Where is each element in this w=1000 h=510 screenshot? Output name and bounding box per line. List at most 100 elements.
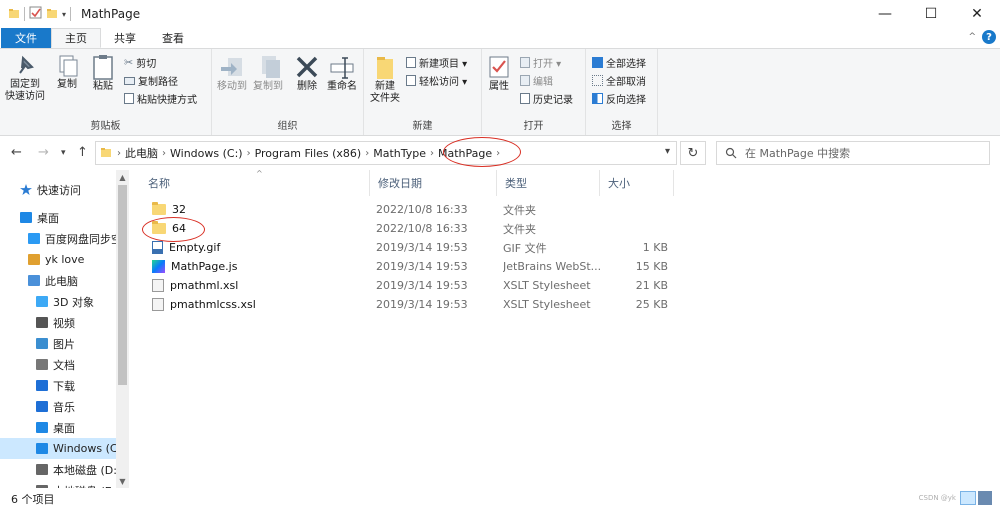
up-arrow-icon[interactable]: ↑	[77, 145, 88, 160]
sidebar-item[interactable]: 下载	[0, 375, 118, 396]
tab-file[interactable]: 文件	[1, 28, 51, 48]
copy-to-button[interactable]: 复制到	[250, 53, 286, 93]
breadcrumb-this-pc[interactable]: 此电脑	[125, 145, 158, 161]
details-view-icon[interactable]	[960, 491, 976, 505]
navigation-pane: 本地磁盘 (E:)本地磁盘 (D:)Windows (C:)桌面音乐下载文档图片…	[0, 170, 130, 488]
folder-icon	[152, 202, 166, 215]
chevron-right-icon[interactable]: ›	[430, 148, 434, 159]
sidebar-item[interactable]: Windows (C:)	[0, 438, 118, 459]
address-dropdown-icon[interactable]: ▾	[665, 146, 670, 157]
copy-path-button[interactable]: 复制路径	[124, 73, 178, 88]
close-button[interactable]: ✕	[954, 0, 1000, 28]
sidebar-item[interactable]: 视频	[0, 312, 118, 333]
file-row[interactable]: 64 2022/10/8 16:33 文件夹	[140, 219, 680, 238]
file-type: GIF 文件	[503, 241, 547, 255]
annotation-circle	[443, 137, 521, 167]
scroll-thumb[interactable]	[118, 185, 127, 385]
column-header-size[interactable]: 大小	[600, 170, 674, 196]
file-row[interactable]: pmathmlcss.xsl 2019/3/14 19:53 XSLT Styles…	[140, 295, 680, 314]
sidebar-item[interactable]: yk love	[0, 249, 118, 270]
copy-to-label: 复制到	[253, 81, 283, 92]
customize-dropdown-icon[interactable]: ▾	[62, 10, 66, 19]
new-folder-button[interactable]: 新建 文件夹	[368, 53, 402, 105]
file-name: Empty.gif	[169, 241, 221, 254]
file-size: 15 KB	[635, 260, 668, 273]
pin-icon	[19, 55, 34, 74]
sidebar-item[interactable]: 此电脑	[0, 270, 118, 291]
edit-button[interactable]: 编辑	[520, 73, 553, 88]
select-none-button[interactable]: 全部取消	[592, 73, 646, 88]
file-row[interactable]: 32 2022/10/8 16:33 文件夹	[140, 200, 680, 219]
tab-home[interactable]: 主页	[51, 28, 101, 48]
file-row[interactable]: Empty.gif 2019/3/14 19:53 GIF 文件 1 KB	[140, 238, 680, 257]
forward-arrow-icon[interactable]: →	[38, 145, 49, 160]
paste-button[interactable]: 粘贴	[86, 53, 120, 93]
scroll-up-icon[interactable]: ▲	[116, 170, 129, 184]
breadcrumb-windows-c[interactable]: Windows (C:)	[170, 147, 243, 160]
window-title: MathPage	[81, 7, 141, 21]
new-folder-quick-icon[interactable]	[46, 7, 58, 22]
open-button[interactable]: 打开 ▾	[520, 55, 561, 70]
address-bar[interactable]: › 此电脑 › Windows (C:) › Program Files (x8…	[95, 141, 677, 165]
file-row[interactable]: pmathml.xsl 2019/3/14 19:53 XSLT Styleshee…	[140, 276, 680, 295]
rename-label: 重命名	[327, 81, 357, 92]
sidebar-item[interactable]: 桌面	[0, 207, 118, 228]
column-header-type[interactable]: 类型	[497, 170, 600, 196]
select-all-button[interactable]: 全部选择	[592, 55, 646, 70]
copy-button[interactable]: 复制	[52, 53, 82, 91]
file-type: JetBrains WebSt...	[503, 260, 602, 273]
chevron-right-icon[interactable]: ›	[247, 148, 251, 159]
maximize-button[interactable]: ☐	[908, 0, 954, 28]
sort-ascending-icon: ^	[256, 169, 263, 178]
chevron-right-icon[interactable]: ›	[162, 148, 166, 159]
help-icon[interactable]: ?	[982, 30, 996, 44]
delete-button[interactable]: 删除	[292, 53, 322, 93]
column-header-name[interactable]: 名称 ^	[140, 169, 370, 196]
invert-selection-button[interactable]: 反向选择	[592, 91, 646, 106]
sidebar-item[interactable]: 图片	[0, 333, 118, 354]
recent-locations-icon[interactable]: ▾	[61, 148, 66, 158]
sidebar-item[interactable]: 百度网盘同步空	[0, 228, 118, 249]
collapse-ribbon-icon[interactable]: ^	[968, 32, 976, 42]
history-icon	[520, 93, 530, 104]
tab-view[interactable]: 查看	[149, 28, 197, 48]
breadcrumb-mathtype[interactable]: MathType	[373, 147, 426, 160]
sidebar-item[interactable]: 3D 对象	[0, 291, 118, 312]
sidebar-item[interactable]: 快速访问	[0, 179, 118, 200]
sidebar-item[interactable]: 本地磁盘 (E:)	[0, 480, 118, 488]
file-date: 2019/3/14 19:53	[376, 298, 468, 311]
refresh-button[interactable]: ↻	[680, 141, 706, 165]
back-arrow-icon[interactable]: ←	[11, 145, 22, 160]
scroll-down-icon[interactable]: ▼	[116, 474, 129, 488]
sidebar-item[interactable]: 音乐	[0, 396, 118, 417]
column-name-label: 名称	[148, 177, 170, 190]
chevron-right-icon[interactable]: ›	[365, 148, 369, 159]
sidebar-item[interactable]: 桌面	[0, 417, 118, 438]
breadcrumb-program-files[interactable]: Program Files (x86)	[255, 147, 362, 160]
new-item-button[interactable]: 新建项目 ▾	[406, 55, 467, 70]
easy-access-button[interactable]: 轻松访问 ▾	[406, 73, 467, 88]
column-header-date[interactable]: 修改日期	[370, 170, 497, 196]
properties-button[interactable]: 属性	[484, 53, 514, 93]
tab-share[interactable]: 共享	[101, 28, 149, 48]
drive-windows-icon	[36, 443, 48, 454]
minimize-button[interactable]: —	[862, 0, 908, 28]
select-all-label: 全部选择	[606, 59, 646, 70]
nav-scrollbar[interactable]: ▲ ▼	[116, 170, 129, 488]
properties-quick-icon[interactable]	[29, 6, 42, 22]
sidebar-item[interactable]: 文档	[0, 354, 118, 375]
history-button[interactable]: 历史记录	[520, 91, 573, 106]
desktop-icon	[20, 212, 32, 223]
large-icons-view-icon[interactable]	[978, 491, 992, 505]
file-row[interactable]: MathPage.js 2019/3/14 19:53 JetBrains WebS…	[140, 257, 680, 276]
rename-button[interactable]: 重命名	[324, 53, 360, 93]
search-box[interactable]: 在 MathPage 中搜索	[716, 141, 990, 165]
copy-path-label: 复制路径	[138, 77, 178, 88]
chevron-right-icon: ›	[117, 147, 121, 159]
cut-button[interactable]: ✂ 剪切	[124, 55, 156, 70]
move-to-button[interactable]: 移动到	[214, 53, 250, 93]
sidebar-item[interactable]: 本地磁盘 (D:)	[0, 459, 118, 480]
paste-shortcut-button[interactable]: 粘贴快捷方式	[124, 91, 197, 106]
paste-shortcut-icon	[124, 93, 134, 104]
pin-quick-access-button[interactable]: 固定到 快速访问	[4, 53, 46, 103]
